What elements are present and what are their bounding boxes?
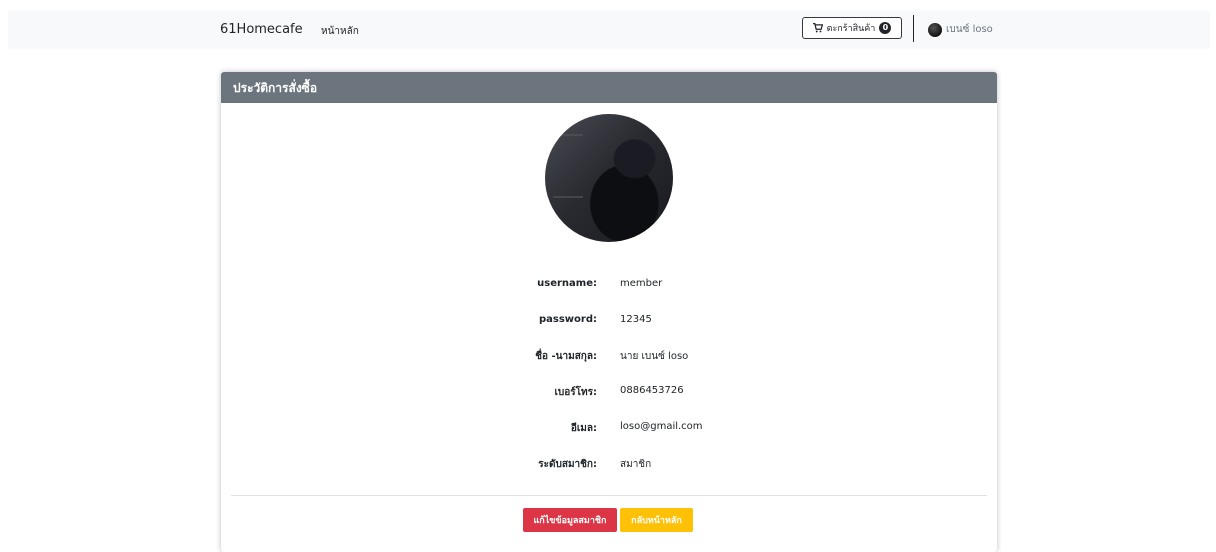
info-label: ระดับสมาชิก:	[538, 459, 597, 470]
nav-divider	[913, 15, 914, 42]
info-label: username:	[537, 278, 597, 289]
profile-picture	[545, 114, 673, 242]
cart-icon	[812, 23, 823, 33]
info-label: อีเมล:	[570, 423, 597, 434]
top-navbar: 61Homecafe หน้าหลัก ตะกร้าสินค้า 0 เบนซ์…	[8, 11, 1210, 49]
info-label: ชื่อ -นามสกุล:	[535, 351, 597, 362]
info-value: loso@gmail.com	[620, 421, 703, 432]
nav-home-link[interactable]: หน้าหลัก	[321, 24, 359, 39]
info-label: เบอร์โทร:	[554, 387, 597, 398]
user-avatar	[928, 22, 942, 37]
info-value: 12345	[620, 314, 652, 325]
info-row-email: อีเมล: loso@gmail.com	[221, 421, 997, 441]
info-row-password: password: 12345	[221, 314, 997, 334]
user-menu[interactable]: เบนซ์ loso	[928, 22, 993, 37]
info-label: password:	[538, 314, 597, 325]
card-header-title: ประวัติการสั่งซื้อ	[221, 72, 997, 103]
info-value: member	[620, 278, 663, 289]
back-home-button[interactable]: กลับหน้าหลัก	[620, 508, 693, 532]
info-row-phone: เบอร์โทร: 0886453726	[221, 385, 997, 405]
info-row-member-level: ระดับสมาชิก: สมาชิก	[221, 457, 997, 477]
cart-label: ตะกร้าสินค้า	[826, 24, 876, 34]
user-name: เบนซ์ loso	[946, 24, 993, 35]
info-row-fullname: ชื่อ -นามสกุล: นาย เบนซ์ loso	[221, 349, 997, 369]
edit-profile-button[interactable]: แก้ไขข้อมูลสมาชิก	[523, 508, 617, 532]
info-value: 0886453726	[620, 385, 684, 396]
divider	[231, 495, 987, 496]
info-value: สมาชิก	[620, 459, 652, 470]
profile-card: ประวัติการสั่งซื้อ username: member pass…	[221, 72, 997, 552]
cart-button[interactable]: ตะกร้าสินค้า 0	[802, 17, 902, 39]
info-value: นาย เบนซ์ loso	[620, 351, 689, 362]
cart-count-badge: 0	[879, 22, 892, 34]
info-row-username: username: member	[221, 278, 997, 298]
brand-link[interactable]: 61Homecafe	[220, 22, 303, 37]
